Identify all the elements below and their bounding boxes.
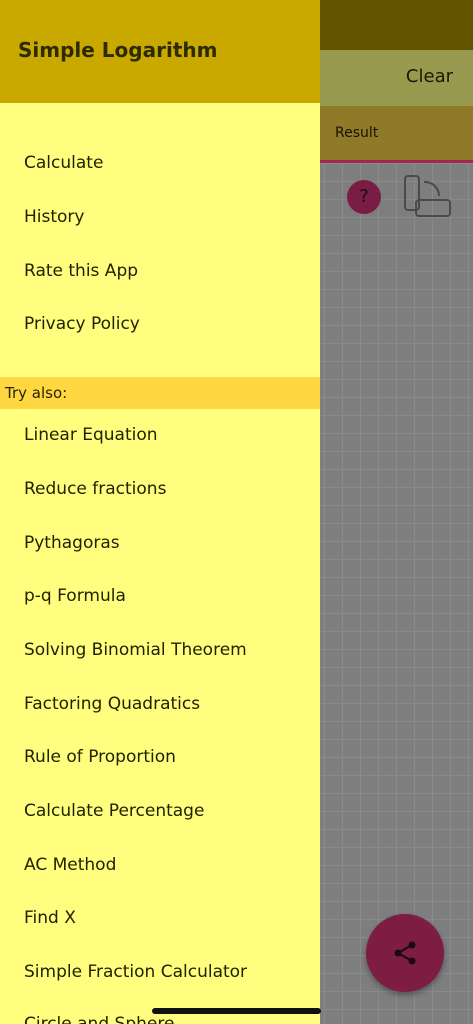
menu-item-circle-and-sphere[interactable]: Circle and Sphere bbox=[24, 1014, 174, 1024]
menu-item-history[interactable]: History bbox=[24, 207, 84, 227]
menu-item-rate-app[interactable]: Rate this App bbox=[24, 261, 138, 281]
menu-item-reduce-fractions[interactable]: Reduce fractions bbox=[24, 479, 166, 499]
menu-item-privacy-policy[interactable]: Privacy Policy bbox=[24, 314, 140, 334]
menu-item-simple-fraction-calculator[interactable]: Simple Fraction Calculator bbox=[24, 962, 247, 982]
menu-item-binomial-theorem[interactable]: Solving Binomial Theorem bbox=[24, 640, 247, 660]
share-icon bbox=[394, 941, 416, 965]
result-label: Result bbox=[335, 125, 379, 141]
menu-item-find-x[interactable]: Find X bbox=[24, 908, 76, 928]
navigation-drawer: Simple Logarithm Calculate History Rate … bbox=[0, 0, 320, 1024]
app-title: Simple Logarithm bbox=[18, 38, 218, 62]
clear-button[interactable]: Clear bbox=[406, 66, 453, 87]
menu-item-rule-of-proportion[interactable]: Rule of Proportion bbox=[24, 747, 176, 767]
drawer-header: Simple Logarithm bbox=[0, 0, 320, 103]
help-icon[interactable]: ? bbox=[347, 180, 381, 214]
menu-item-factoring-quadratics[interactable]: Factoring Quadratics bbox=[24, 694, 200, 714]
menu-item-pythagoras[interactable]: Pythagoras bbox=[24, 533, 120, 553]
try-also-section-header: Try also: bbox=[0, 377, 320, 409]
try-also-label: Try also: bbox=[5, 384, 68, 402]
menu-item-pq-formula[interactable]: p-q Formula bbox=[24, 586, 126, 606]
share-button[interactable] bbox=[366, 914, 444, 992]
menu-item-calculate[interactable]: Calculate bbox=[24, 153, 103, 173]
rotate-device-icon[interactable] bbox=[402, 174, 452, 222]
menu-item-ac-method[interactable]: AC Method bbox=[24, 855, 116, 875]
menu-item-calculate-percentage[interactable]: Calculate Percentage bbox=[24, 801, 204, 821]
menu-item-linear-equation[interactable]: Linear Equation bbox=[24, 425, 158, 445]
home-indicator[interactable] bbox=[152, 1008, 321, 1014]
